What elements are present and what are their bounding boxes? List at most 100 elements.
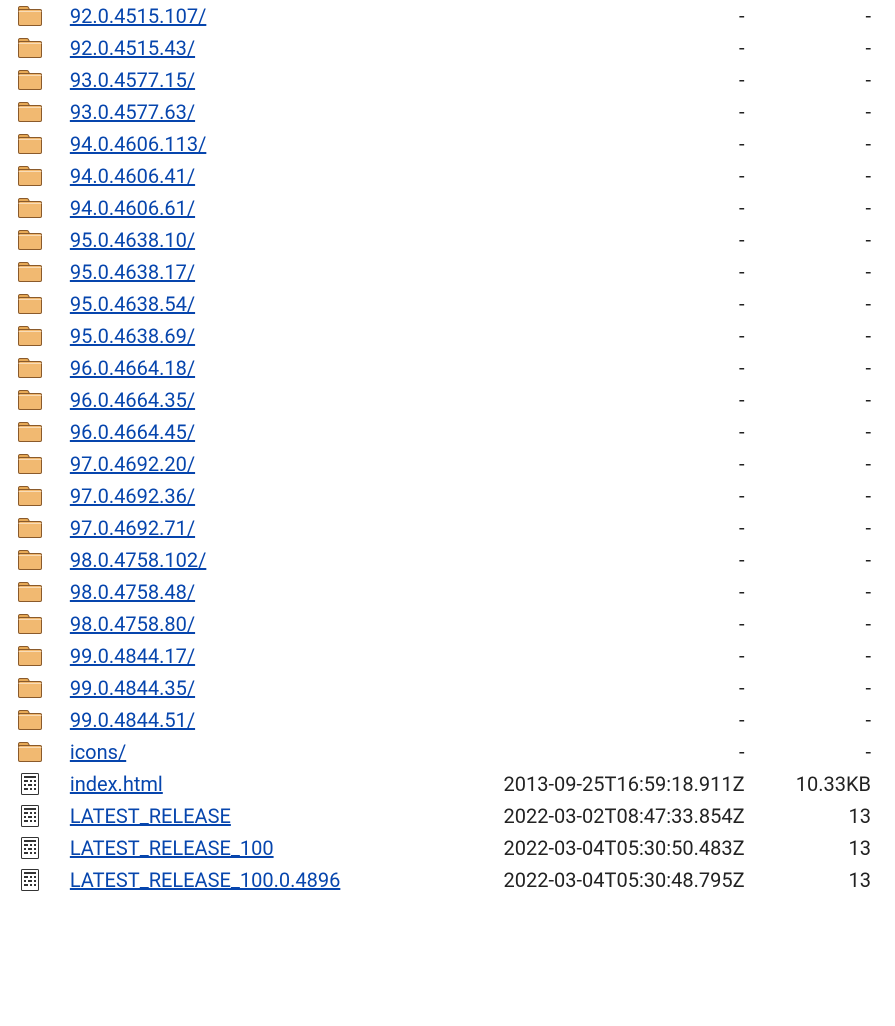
size-cell: - xyxy=(751,448,895,480)
folder-icon xyxy=(18,69,52,91)
folder-link[interactable]: 96.0.4664.35/ xyxy=(70,388,195,412)
icon-cell xyxy=(0,608,58,640)
folder-link[interactable]: 96.0.4664.45/ xyxy=(70,420,195,444)
folder-link[interactable]: 99.0.4844.35/ xyxy=(70,676,195,700)
last-modified-cell: - xyxy=(439,128,750,160)
icon-cell xyxy=(0,352,58,384)
table-row: 97.0.4692.36/-- xyxy=(0,480,895,512)
folder-icon xyxy=(18,677,52,699)
folder-icon xyxy=(18,549,52,571)
folder-link[interactable]: 98.0.4758.48/ xyxy=(70,580,195,604)
folder-link[interactable]: icons/ xyxy=(70,740,126,764)
file-link[interactable]: index.html xyxy=(70,772,163,796)
folder-link[interactable]: 94.0.4606.61/ xyxy=(70,196,195,220)
name-cell: 92.0.4515.107/ xyxy=(58,0,440,32)
folder-link[interactable]: 95.0.4638.54/ xyxy=(70,292,195,316)
icon-cell xyxy=(0,576,58,608)
name-cell: 92.0.4515.43/ xyxy=(58,32,440,64)
table-row: 96.0.4664.18/-- xyxy=(0,352,895,384)
size-cell: - xyxy=(751,480,895,512)
icon-cell xyxy=(0,736,58,768)
folder-icon xyxy=(18,645,52,667)
folder-icon xyxy=(18,581,52,603)
icon-cell xyxy=(0,384,58,416)
folder-icon xyxy=(18,453,52,475)
size-cell: - xyxy=(751,224,895,256)
folder-link[interactable]: 93.0.4577.15/ xyxy=(70,68,195,92)
icon-cell xyxy=(0,640,58,672)
size-cell: - xyxy=(751,96,895,128)
folder-icon xyxy=(18,165,52,187)
name-cell: 97.0.4692.36/ xyxy=(58,480,440,512)
folder-icon xyxy=(18,261,52,283)
file-link[interactable]: LATEST_RELEASE_100.0.4896 xyxy=(70,868,341,892)
folder-link[interactable]: 94.0.4606.41/ xyxy=(70,164,195,188)
last-modified-cell: - xyxy=(439,288,750,320)
folder-icon xyxy=(18,325,52,347)
name-cell: index.html xyxy=(58,768,440,800)
folder-icon xyxy=(18,389,52,411)
folder-link[interactable]: 94.0.4606.113/ xyxy=(70,132,206,156)
name-cell: 95.0.4638.17/ xyxy=(58,256,440,288)
table-row: LATEST_RELEASE2022-03-02T08:47:33.854Z13 xyxy=(0,800,895,832)
folder-icon xyxy=(18,5,52,27)
last-modified-cell: - xyxy=(439,672,750,704)
table-row: 95.0.4638.17/ -- xyxy=(0,256,895,288)
icon-cell xyxy=(0,768,58,800)
size-cell: - xyxy=(751,128,895,160)
icon-cell xyxy=(0,224,58,256)
name-cell: 98.0.4758.80/ xyxy=(58,608,440,640)
icon-cell xyxy=(0,448,58,480)
size-cell: - xyxy=(751,544,895,576)
size-cell: - xyxy=(751,32,895,64)
folder-link[interactable]: 95.0.4638.10/ xyxy=(70,228,195,252)
folder-icon xyxy=(18,197,52,219)
name-cell: 96.0.4664.45/ xyxy=(58,416,440,448)
folder-icon xyxy=(18,421,52,443)
folder-link[interactable]: 95.0.4638.17/ xyxy=(70,260,195,284)
folder-link[interactable]: 98.0.4758.80/ xyxy=(70,612,195,636)
folder-link[interactable]: 96.0.4664.18/ xyxy=(70,356,195,380)
name-cell: 98.0.4758.102/ xyxy=(58,544,440,576)
folder-link[interactable]: 97.0.4692.36/ xyxy=(70,484,195,508)
icon-cell xyxy=(0,160,58,192)
icon-cell xyxy=(0,96,58,128)
folder-icon xyxy=(18,517,52,539)
folder-link[interactable]: 92.0.4515.43/ xyxy=(70,36,195,60)
table-row: 98.0.4758.48/-- xyxy=(0,576,895,608)
table-row: 97.0.4692.71/-- xyxy=(0,512,895,544)
folder-link[interactable]: 99.0.4844.51/ xyxy=(70,708,195,732)
name-cell: 95.0.4638.54/ xyxy=(58,288,440,320)
folder-link[interactable]: 99.0.4844.17/ xyxy=(70,644,195,668)
name-cell: 93.0.4577.15/ xyxy=(58,64,440,96)
last-modified-cell: - xyxy=(439,256,750,288)
size-cell: - xyxy=(751,256,895,288)
icon-cell xyxy=(0,0,58,32)
folder-link[interactable]: 93.0.4577.63/ xyxy=(70,100,195,124)
folder-icon xyxy=(18,293,52,315)
file-link[interactable]: LATEST_RELEASE_100 xyxy=(70,836,274,860)
last-modified-cell: 2022-03-02T08:47:33.854Z xyxy=(439,800,750,832)
name-cell: 97.0.4692.20/ xyxy=(58,448,440,480)
folder-link[interactable]: 97.0.4692.71/ xyxy=(70,516,195,540)
last-modified-cell: - xyxy=(439,32,750,64)
last-modified-cell: - xyxy=(439,0,750,32)
size-cell: - xyxy=(751,192,895,224)
table-row: LATEST_RELEASE_100.0.48962022-03-04T05:3… xyxy=(0,864,895,896)
folder-link[interactable]: 95.0.4638.69/ xyxy=(70,324,195,348)
folder-link[interactable]: 98.0.4758.102/ xyxy=(70,548,206,572)
folder-link[interactable]: 92.0.4515.107/ xyxy=(70,4,206,28)
name-cell: 97.0.4692.71/ xyxy=(58,512,440,544)
last-modified-cell: - xyxy=(439,640,750,672)
table-row: 95.0.4638.69/-- xyxy=(0,320,895,352)
table-row: 99.0.4844.17/-- xyxy=(0,640,895,672)
table-row: 97.0.4692.20/-- xyxy=(0,448,895,480)
file-link[interactable]: LATEST_RELEASE xyxy=(70,804,231,828)
last-modified-cell: - xyxy=(439,224,750,256)
folder-link[interactable]: 97.0.4692.20/ xyxy=(70,452,195,476)
last-modified-cell: 2013-09-25T16:59:18.911Z xyxy=(439,768,750,800)
table-row: icons/-- xyxy=(0,736,895,768)
icon-cell xyxy=(0,512,58,544)
icon-cell xyxy=(0,256,58,288)
table-row: 95.0.4638.10/ -- xyxy=(0,224,895,256)
